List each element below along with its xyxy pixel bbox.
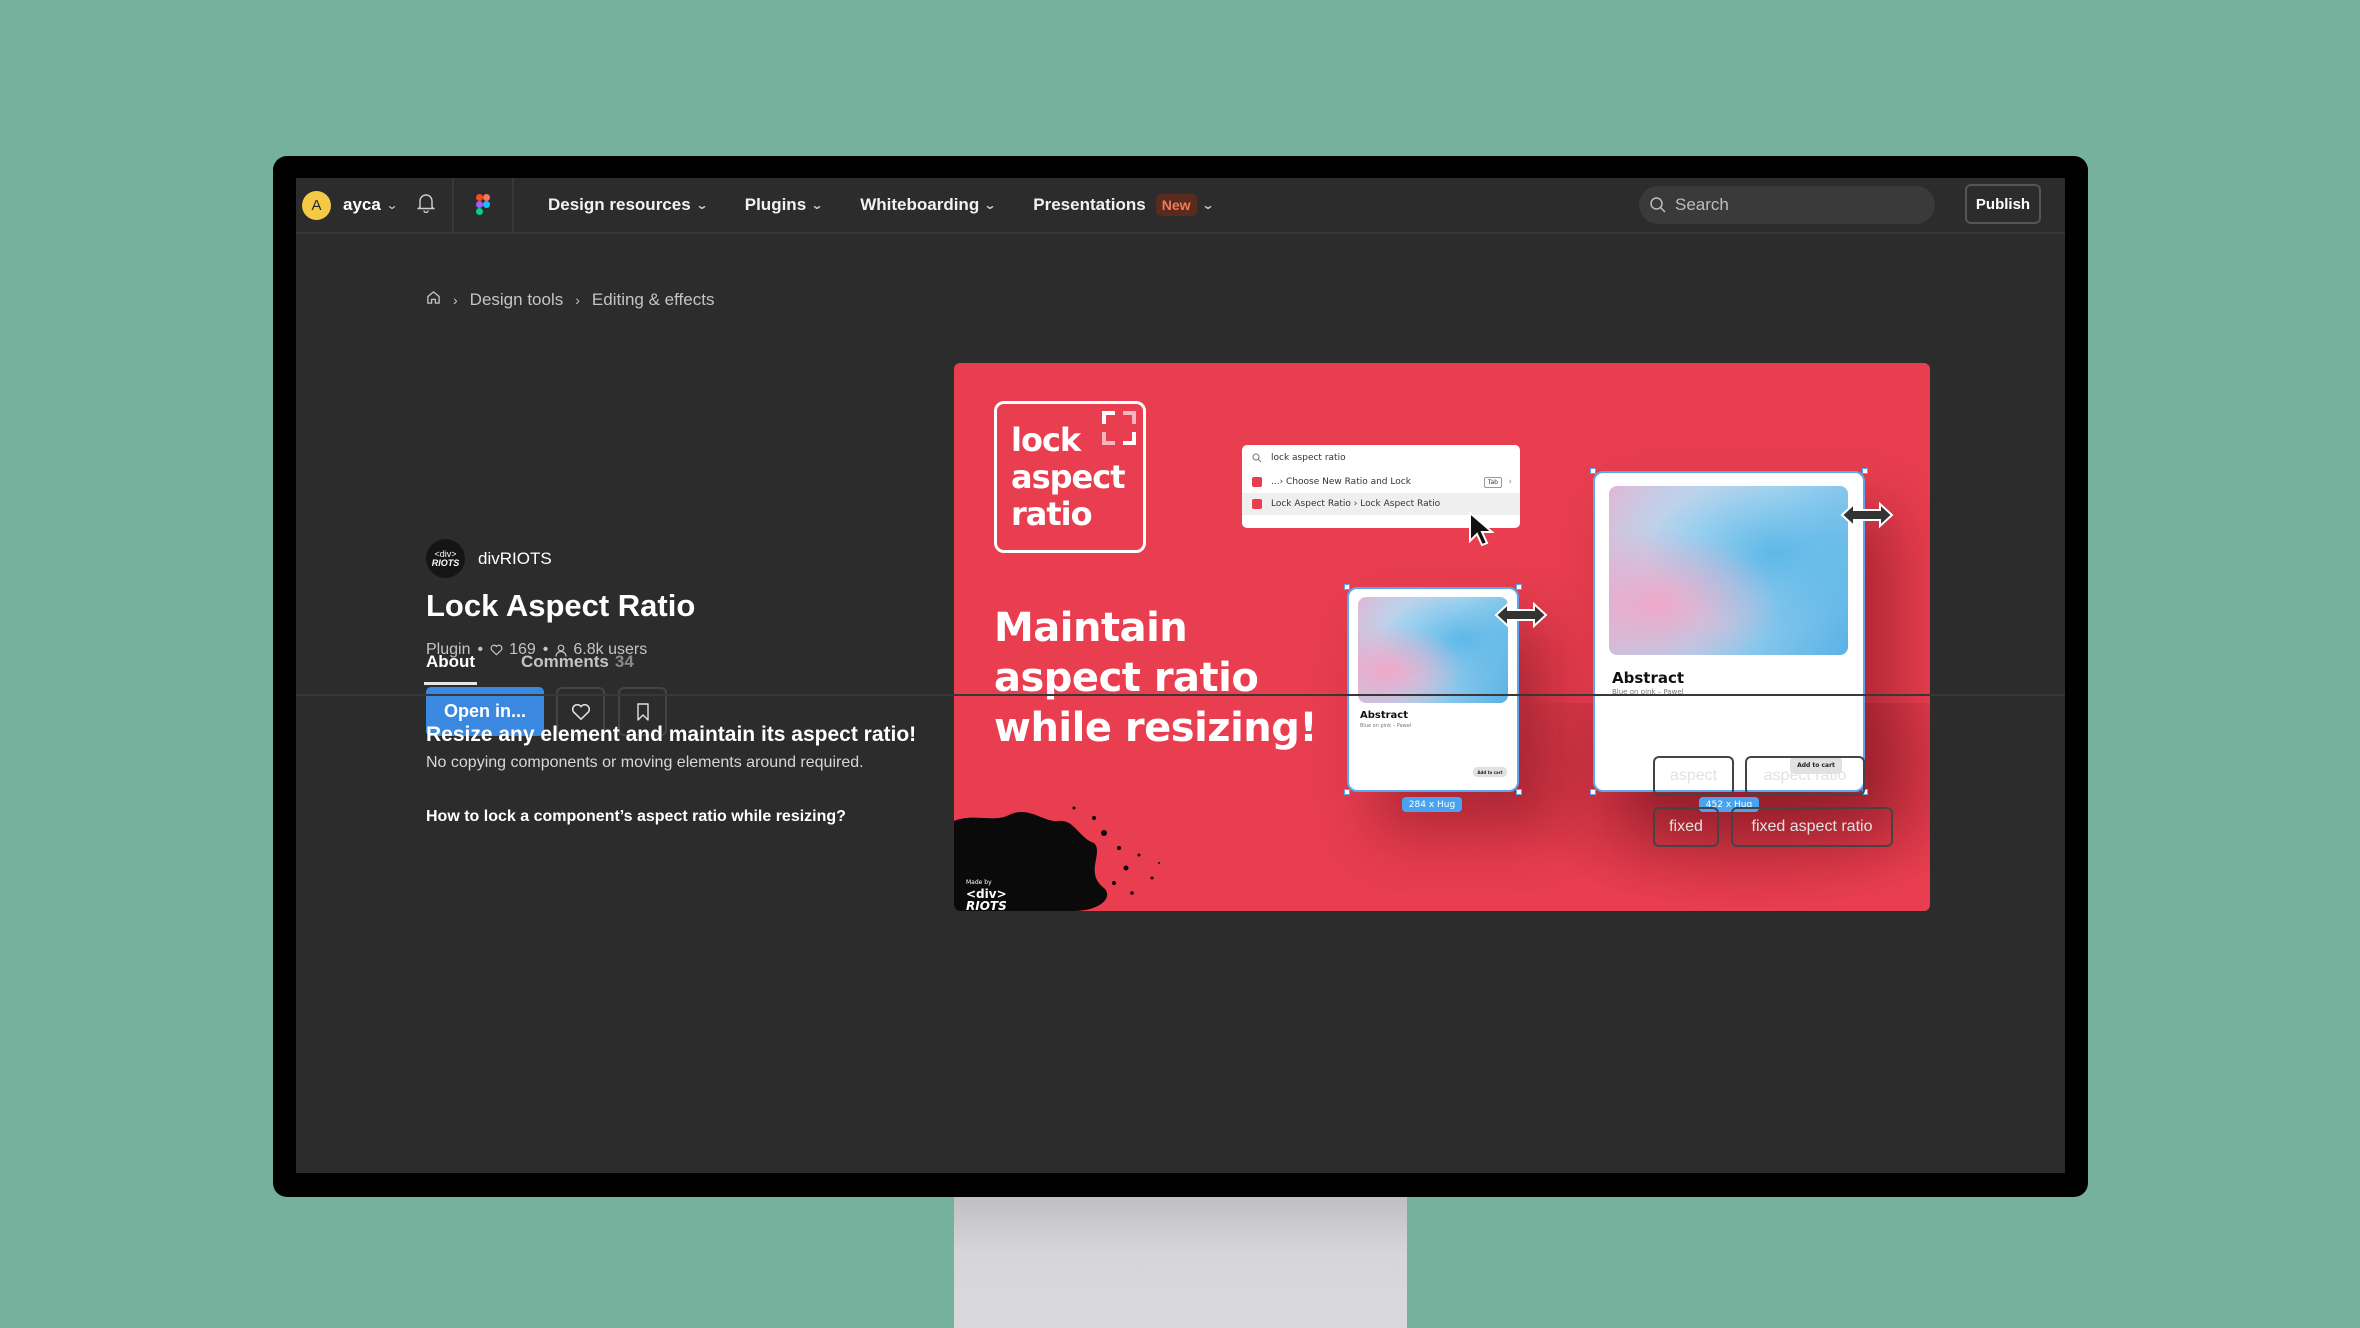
home-icon[interactable] (426, 290, 441, 310)
top-nav: A ayca ⌄ Design resources ⌄ Plugins ⌄ Wh… (296, 178, 2065, 234)
breadcrumb-editing-effects[interactable]: Editing & effects (592, 290, 715, 310)
about-heading: Resize any element and maintain its aspe… (426, 723, 917, 746)
browser-screen: A ayca ⌄ Design resources ⌄ Plugins ⌄ Wh… (296, 178, 2065, 1173)
resize-arrow-icon (1840, 501, 1894, 529)
about-question: How to lock a component’s aspect ratio w… (426, 808, 846, 825)
chevron-right-icon: › (1508, 477, 1512, 487)
search-icon (1252, 453, 1262, 463)
tag[interactable]: fixed aspect ratio (1731, 807, 1893, 847)
heart-icon (571, 703, 590, 720)
menu-presentations[interactable]: Presentations New ⌄ (1033, 194, 1215, 216)
plugin-icon (1252, 477, 1262, 487)
chevron-down-icon: ⌄ (385, 198, 399, 212)
comments-count: 34 (614, 652, 634, 671)
tag[interactable]: aspect ratio (1745, 756, 1865, 796)
publish-button[interactable]: Publish (1965, 184, 2041, 224)
monitor-stand (954, 1190, 1407, 1328)
avatar[interactable]: A (302, 190, 331, 220)
menu-whiteboarding[interactable]: Whiteboarding ⌄ (860, 195, 997, 215)
search-box[interactable] (1639, 186, 1935, 224)
chevron-right-icon: › (575, 292, 580, 308)
bell-icon[interactable] (416, 193, 436, 218)
tab-about[interactable]: About (423, 652, 478, 685)
new-badge: New (1155, 194, 1197, 216)
search-input[interactable] (1675, 195, 1915, 215)
plugin-logo-box: lock aspect ratio (994, 401, 1146, 553)
user-name[interactable]: ayca (343, 195, 381, 215)
figma-icon (476, 194, 490, 215)
main-menu: Design resources ⌄ Plugins ⌄ Whiteboarding… (548, 194, 1251, 216)
user-menu[interactable]: A ayca ⌄ (296, 178, 454, 232)
chevron-right-icon: › (453, 292, 458, 308)
tag[interactable]: fixed (1653, 807, 1719, 847)
chevron-down-icon: ⌄ (1200, 198, 1215, 212)
cursor-icon (1469, 511, 1495, 547)
plugin-icon (1252, 499, 1262, 509)
chevron-down-icon: ⌄ (695, 198, 709, 212)
tag[interactable]: aspect (1653, 756, 1734, 796)
plugin-title: Lock Aspect Ratio (426, 588, 696, 623)
breadcrumb: › Design tools › Editing & effects (426, 290, 714, 310)
tags-heading: Tags (1653, 724, 1692, 743)
command-row: ...› Choose New Ratio and Lock Tab › (1242, 471, 1520, 493)
bookmark-icon (636, 702, 649, 721)
chevron-down-icon: ⌄ (983, 198, 997, 212)
author-avatar: <div> RIOTS (426, 539, 465, 578)
abstract-image (1609, 486, 1848, 655)
search-icon (1650, 197, 1666, 213)
menu-design-resources[interactable]: Design resources ⌄ (548, 195, 709, 215)
tab-comments[interactable]: Comments 34 (521, 652, 634, 672)
breadcrumb-design-tools[interactable]: Design tools (470, 290, 564, 310)
dimension-label: 284 x Hug (1402, 797, 1462, 812)
made-by-badge: Made by <div> RIOTS (954, 793, 1174, 911)
about-subtext: No copying components or moving elements… (426, 754, 864, 771)
product-card-large: Abstract Blue on pink – Pawel Add to car… (1593, 471, 1865, 792)
resize-arrow-icon (1494, 601, 1548, 629)
menu-plugins[interactable]: Plugins ⌄ (745, 195, 824, 215)
tab-bar: About Comments 34 (296, 644, 2065, 696)
chevron-down-icon: ⌄ (810, 198, 824, 212)
author[interactable]: <div> RIOTS divRIOTS (426, 539, 552, 578)
author-name[interactable]: divRIOTS (478, 549, 552, 569)
figma-logo[interactable] (454, 178, 514, 232)
